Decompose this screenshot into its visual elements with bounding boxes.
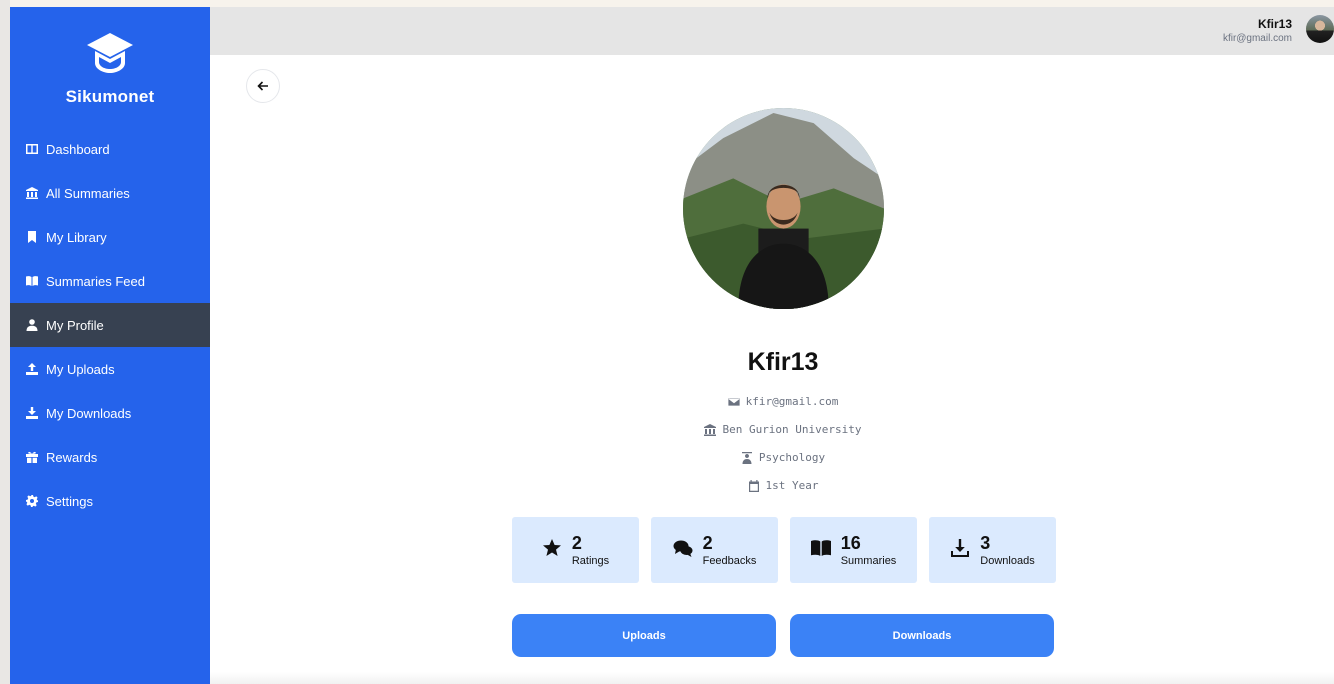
book-open-icon xyxy=(810,538,831,563)
backdrop-strip-top xyxy=(0,0,1334,7)
sidebar-item-my-downloads[interactable]: My Downloads xyxy=(10,391,210,435)
profile-email: kfir@gmail.com xyxy=(745,395,839,408)
book-open-icon xyxy=(26,275,38,287)
header-user-email: kfir@gmail.com xyxy=(1222,33,1292,44)
sidebar-item-summaries-feed[interactable]: Summaries Feed xyxy=(10,259,210,303)
profile-year: 1st Year xyxy=(765,479,819,492)
stats-row: 2 Ratings 2 Feedbacks 16 Summaries 3 Dow… xyxy=(512,517,1056,583)
header-user-name: Kfir13 xyxy=(1257,17,1292,31)
stat-value: 2 xyxy=(571,532,582,553)
sidebar-item-label: Rewards xyxy=(46,449,98,465)
profile-name: Kfir13 xyxy=(747,348,819,376)
stat-card-summaries[interactable]: 16 Summaries xyxy=(790,517,917,583)
stat-card-ratings[interactable]: 2 Ratings xyxy=(512,517,639,583)
stat-label: Feedbacks xyxy=(702,554,757,567)
backdrop-strip-left xyxy=(0,0,10,684)
profile-photo xyxy=(683,108,884,309)
uploads-button[interactable]: Uploads xyxy=(512,614,776,657)
user-info[interactable]: Kfir13 kfir@gmail.com xyxy=(1223,17,1292,44)
profile-department: Psychology xyxy=(758,451,826,464)
arrow-left-icon xyxy=(257,81,268,91)
download-icon xyxy=(950,538,970,563)
gift-icon xyxy=(26,451,38,463)
avatar[interactable] xyxy=(1306,15,1334,43)
sidebar-item-label: My Uploads xyxy=(46,361,115,377)
back-button[interactable] xyxy=(246,69,280,103)
upload-icon xyxy=(26,363,38,375)
teacher-icon xyxy=(741,451,752,464)
stat-value: 2 xyxy=(702,532,713,553)
sidebar-item-my-library[interactable]: My Library xyxy=(10,215,210,259)
sidebar-item-rewards[interactable]: Rewards xyxy=(10,435,210,479)
bottom-shade xyxy=(210,672,1334,684)
stat-card-feedbacks[interactable]: 2 Feedbacks xyxy=(651,517,778,583)
sidebar-item-my-uploads[interactable]: My Uploads xyxy=(10,347,210,391)
sidebar-item-my-profile[interactable]: My Profile xyxy=(10,303,210,347)
stat-label: Ratings xyxy=(571,554,610,567)
graduation-cap-icon xyxy=(87,33,133,73)
calendar-icon xyxy=(748,479,759,492)
university-icon xyxy=(26,187,38,199)
university-icon xyxy=(704,423,717,436)
star-icon xyxy=(542,538,562,563)
stat-card-downloads[interactable]: 3 Downloads xyxy=(929,517,1056,583)
brand-name: Sikumonet xyxy=(65,87,155,106)
sidebar-item-label: Settings xyxy=(46,493,93,509)
sidebar-item-label: My Profile xyxy=(46,317,104,333)
sidebar-item-settings[interactable]: Settings xyxy=(10,479,210,523)
gear-icon xyxy=(26,495,38,507)
sidebar-item-label: All Summaries xyxy=(46,185,130,201)
sidebar-item-all-summaries[interactable]: All Summaries xyxy=(10,171,210,215)
brand[interactable]: Sikumonet xyxy=(10,27,210,107)
sidebar-item-label: My Library xyxy=(46,229,107,245)
sidebar-item-label: Summaries Feed xyxy=(46,273,145,289)
bookmark-icon xyxy=(26,231,38,243)
profile-email-row: kfir@gmail.com xyxy=(210,395,1334,408)
profile-department-row: Psychology xyxy=(210,451,1334,464)
stat-value: 16 xyxy=(840,532,861,553)
sidebar-item-dashboard[interactable]: Dashboard xyxy=(10,127,210,171)
envelope-icon xyxy=(727,397,740,406)
topbar: Kfir13 kfir@gmail.com xyxy=(210,7,1334,55)
stat-label: Summaries xyxy=(840,554,897,567)
user-icon xyxy=(26,319,38,331)
columns-icon xyxy=(26,143,38,155)
comments-icon xyxy=(673,538,693,563)
sidebar: Sikumonet Dashboard All Summaries My Lib… xyxy=(10,7,210,684)
sidebar-item-label: Dashboard xyxy=(46,141,110,157)
profile-year-row: 1st Year xyxy=(210,479,1334,492)
download-icon xyxy=(26,407,38,419)
stat-value: 3 xyxy=(980,532,991,553)
profile-university: Ben Gurion University xyxy=(722,423,862,436)
profile-actions: Uploads Downloads xyxy=(512,614,1054,657)
sidebar-nav: Dashboard All Summaries My Library Summa… xyxy=(10,127,210,523)
stat-label: Downloads xyxy=(980,554,1035,567)
profile-university-row: Ben Gurion University xyxy=(210,423,1334,436)
sidebar-item-label: My Downloads xyxy=(46,405,132,421)
profile-page: Kfir13 kfir@gmail.com Ben Gurion Univers… xyxy=(210,55,1334,684)
downloads-button[interactable]: Downloads xyxy=(790,614,1054,657)
